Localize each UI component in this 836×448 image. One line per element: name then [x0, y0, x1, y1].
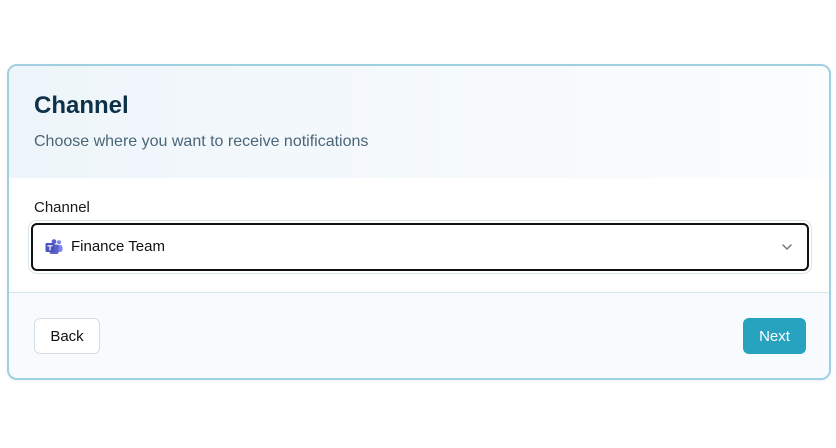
microsoft-teams-icon	[45, 239, 63, 254]
channel-select[interactable]: Finance Team	[31, 223, 809, 271]
page-title: Channel	[34, 92, 129, 119]
page-subtitle: Choose where you want to receive notific…	[34, 133, 369, 150]
channel-field-label: Channel	[34, 199, 90, 216]
back-button[interactable]: Back	[34, 318, 100, 354]
channel-card: Channel Choose where you want to receive…	[7, 64, 831, 380]
chevron-down-icon	[782, 244, 792, 250]
card-body: Channel Finance Team	[9, 178, 829, 292]
card-header: Channel Choose where you want to receive…	[9, 66, 829, 178]
next-button[interactable]: Next	[743, 318, 806, 354]
card-footer: Back Next	[9, 293, 829, 378]
channel-select-value: Finance Team	[71, 238, 165, 255]
